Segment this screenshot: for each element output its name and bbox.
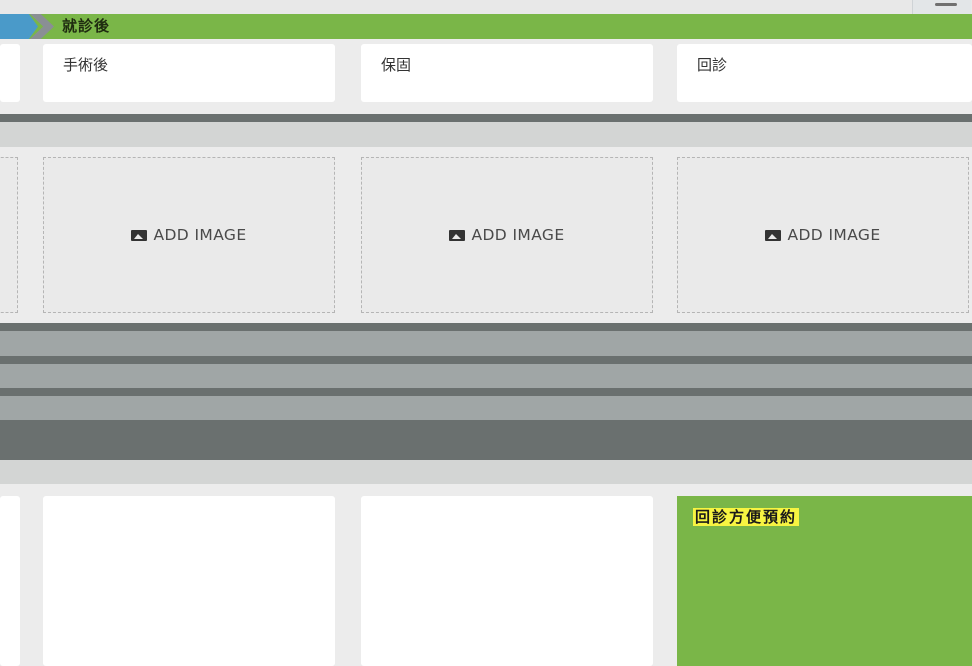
card-label: 手術後	[63, 56, 109, 74]
divider-band	[0, 331, 972, 356]
menu-icon[interactable]	[912, 0, 971, 14]
divider-band	[0, 356, 972, 364]
section-title: 就診後	[62, 17, 111, 35]
card-empty[interactable]	[361, 496, 653, 666]
divider-band	[0, 396, 972, 420]
divider-band	[0, 114, 972, 122]
divider-band	[0, 388, 972, 396]
divider-band	[0, 460, 972, 484]
card-post-surgery[interactable]: 手術後	[43, 44, 335, 102]
top-strip	[0, 0, 972, 14]
card-label: 回診	[697, 56, 728, 74]
appointment-card[interactable]: 回診方便預約	[677, 496, 972, 666]
card-label: 保固	[381, 56, 412, 74]
image-slot[interactable]: ADD IMAGE	[43, 157, 335, 313]
image-slot[interactable]: ADD IMAGE	[361, 157, 653, 313]
add-image-button[interactable]: ADD IMAGE	[44, 226, 334, 244]
divider-band	[0, 323, 972, 331]
divider-band	[0, 420, 972, 460]
add-image-label: ADD IMAGE	[471, 226, 565, 244]
add-image-button[interactable]: ADD IMAGE	[362, 226, 652, 244]
section-header-bar	[0, 14, 972, 39]
image-slot-partial	[0, 157, 18, 313]
card-partial	[0, 496, 20, 666]
divider-band	[0, 364, 972, 388]
card-empty[interactable]	[43, 496, 335, 666]
image-slot[interactable]: ADD IMAGE	[677, 157, 969, 313]
card-partial	[0, 44, 20, 102]
card-warranty[interactable]: 保固	[361, 44, 653, 102]
image-icon	[449, 230, 466, 241]
image-icon	[765, 230, 782, 241]
image-icon	[131, 230, 148, 241]
add-image-label: ADD IMAGE	[153, 226, 247, 244]
appointment-label: 回診方便預約	[693, 508, 800, 526]
add-image-button[interactable]: ADD IMAGE	[678, 226, 968, 244]
add-image-label: ADD IMAGE	[787, 226, 881, 244]
card-follow-up[interactable]: 回診	[677, 44, 972, 102]
divider-band	[0, 122, 972, 147]
